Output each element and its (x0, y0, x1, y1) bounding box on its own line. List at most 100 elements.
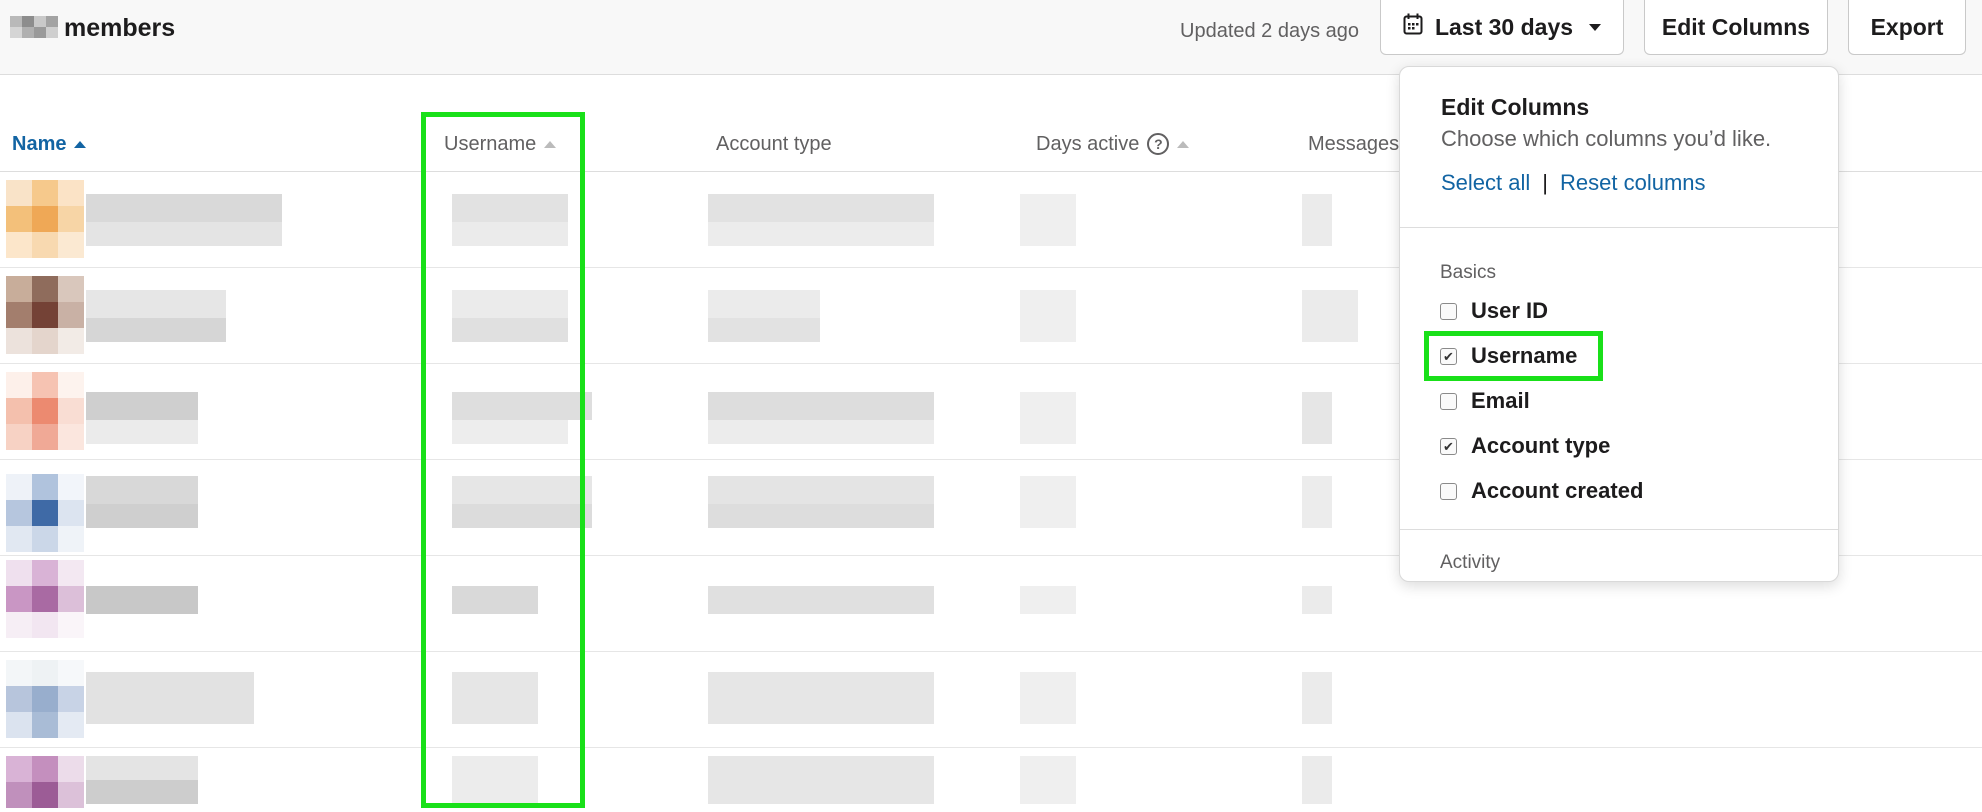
blurred-name (86, 290, 226, 318)
blurred-days-active (1020, 476, 1076, 528)
blurred-name (86, 586, 198, 614)
reset-columns-link[interactable]: Reset columns (1560, 169, 1706, 197)
blurred-account-type (708, 476, 934, 504)
blurred-name (86, 476, 198, 504)
checkbox-checked-icon[interactable]: ✔ (1440, 437, 1457, 455)
option-user-id[interactable]: User ID (1440, 296, 1548, 326)
option-label: Email (1471, 388, 1530, 413)
blurred-username (452, 318, 568, 342)
blurred-account-type (708, 504, 934, 528)
blurred-username (452, 420, 568, 444)
blurred-account-type (708, 672, 934, 724)
blurred-username (452, 392, 592, 420)
edit-columns-button[interactable]: Edit Columns (1644, 0, 1828, 55)
chevron-down-icon (1589, 23, 1602, 31)
blurred-messages (1302, 586, 1332, 614)
column-label: Name (12, 133, 67, 155)
table-row[interactable] (0, 652, 1982, 748)
avatar (6, 560, 84, 638)
blurred-messages (1302, 290, 1358, 342)
blurred-messages (1302, 194, 1332, 246)
option-email[interactable]: Email (1440, 386, 1530, 416)
blurred-account-type (708, 420, 934, 444)
updated-text: Updated 2 days ago (1180, 20, 1360, 42)
blurred-days-active (1020, 672, 1076, 724)
blurred-account-type (708, 194, 934, 222)
option-label: Account created (1471, 478, 1644, 503)
sort-icon (1177, 140, 1190, 148)
option-account-type[interactable]: ✔ Account type (1440, 431, 1610, 461)
option-account-created[interactable]: Account created (1440, 476, 1643, 506)
page-title: members (64, 14, 176, 42)
blurred-username (452, 476, 592, 504)
column-label: Account type (716, 133, 832, 155)
top-bar: members Updated 2 days ago Last 30 days … (0, 0, 1982, 75)
blurred-username (452, 504, 592, 528)
column-header-days-active[interactable]: Days active ? (1036, 132, 1190, 156)
checkbox-checked-icon[interactable]: ✔ (1440, 347, 1457, 365)
popover-links: Select all | Reset columns (1441, 169, 1706, 197)
blurred-messages (1302, 476, 1332, 528)
workspace-logo (10, 16, 58, 38)
blurred-username (452, 672, 538, 724)
column-label: Messages (1308, 133, 1400, 155)
avatar (6, 372, 84, 450)
popover-subtitle: Choose which columns you’d like. (1441, 126, 1772, 151)
select-all-link[interactable]: Select all (1441, 169, 1530, 197)
export-button[interactable]: Export (1848, 0, 1966, 55)
blurred-name (86, 222, 282, 246)
blurred-days-active (1020, 756, 1076, 804)
option-label: User ID (1471, 298, 1549, 323)
blurred-name (86, 392, 198, 420)
blurred-messages (1302, 672, 1332, 724)
popover-title: Edit Columns (1441, 94, 1590, 120)
blurred-username (452, 290, 568, 318)
date-range-button[interactable]: Last 30 days (1380, 0, 1624, 55)
avatar (6, 660, 84, 738)
blurred-username (452, 222, 568, 246)
column-header-messages[interactable]: Messages (1308, 132, 1399, 156)
blurred-days-active (1020, 290, 1076, 342)
checkbox-unchecked-icon[interactable] (1440, 482, 1457, 500)
blurred-account-type (708, 392, 934, 420)
avatar (6, 180, 84, 258)
help-circle-icon[interactable]: ? (1147, 133, 1170, 155)
checkbox-unchecked-icon[interactable] (1440, 392, 1457, 410)
blurred-days-active (1020, 194, 1076, 246)
sort-icon (544, 140, 557, 148)
blurred-username (452, 194, 568, 222)
blurred-username (452, 756, 538, 804)
section-basics-label: Basics (1440, 262, 1496, 283)
blurred-name (86, 780, 198, 804)
sort-ascending-icon (74, 140, 87, 148)
avatar (6, 276, 84, 354)
column-header-account-type[interactable]: Account type (716, 132, 832, 156)
blurred-account-type (708, 290, 820, 318)
blurred-name (86, 672, 254, 724)
blurred-name (86, 504, 198, 528)
calendar-icon (1403, 13, 1423, 41)
blurred-account-type (708, 318, 820, 342)
link-separator: | (1542, 170, 1548, 195)
section-activity-label: Activity (1440, 552, 1501, 573)
edit-columns-popover: Edit Columns Choose which columns you’d … (1399, 66, 1839, 582)
checkbox-unchecked-icon[interactable] (1440, 302, 1457, 320)
table-row[interactable] (0, 748, 1982, 812)
column-header-name[interactable]: Name (12, 132, 87, 156)
avatar (6, 756, 84, 812)
divider (1400, 227, 1838, 228)
option-label: Username (1471, 343, 1578, 368)
blurred-name (86, 194, 282, 222)
blurred-days-active (1020, 392, 1076, 444)
blurred-username (452, 586, 538, 614)
blurred-account-type (708, 756, 934, 804)
avatar (6, 474, 84, 552)
option-label: Account type (1471, 433, 1611, 458)
column-label: Days active (1036, 133, 1140, 155)
blurred-days-active (1020, 586, 1076, 614)
option-username[interactable]: ✔ Username (1440, 341, 1577, 371)
divider (1400, 529, 1838, 530)
date-range-label: Last 30 days (1434, 13, 1574, 40)
column-header-username[interactable]: Username (444, 132, 557, 156)
blurred-name (86, 318, 226, 342)
